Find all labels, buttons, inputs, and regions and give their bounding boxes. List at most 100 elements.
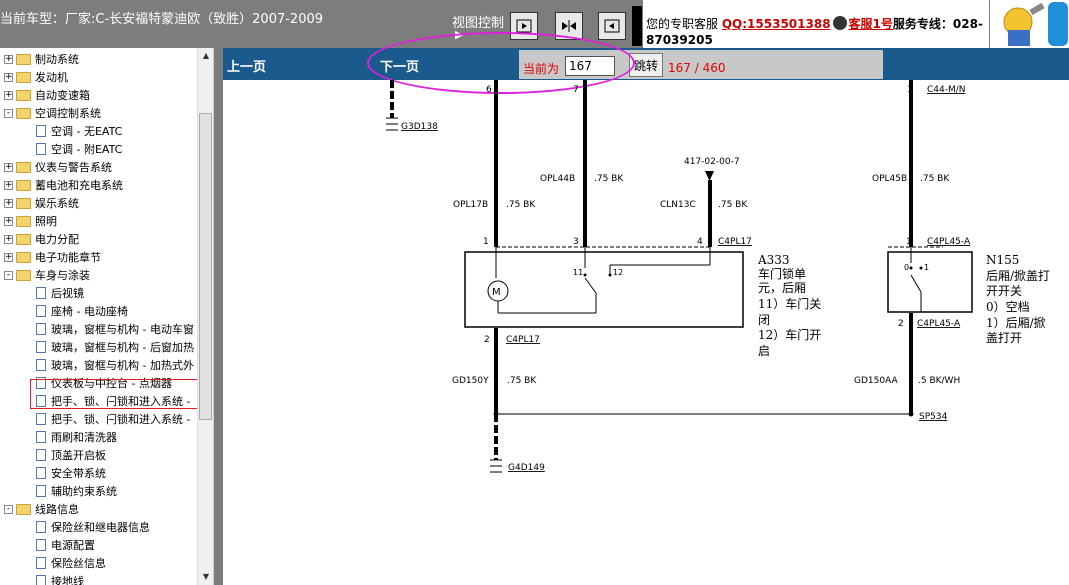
tree-item-label[interactable]: 玻璃，窗框与机构 - 电动车窗 <box>51 321 194 337</box>
tree-item-label[interactable]: 保险丝和继电器信息 <box>51 519 150 535</box>
expand-icon[interactable]: + <box>4 72 13 82</box>
tree-leaf[interactable]: 接地线 <box>36 572 84 585</box>
tree-item-label[interactable]: 电源配置 <box>51 537 95 553</box>
wire-opl45b: OPL45B <box>872 174 907 184</box>
tree-item-label[interactable]: 后视镜 <box>51 285 84 301</box>
expand-icon[interactable]: + <box>4 162 13 172</box>
tree-item-label[interactable]: 雨刷和清洗器 <box>51 429 117 445</box>
tree-item-label[interactable]: 线路信息 <box>35 501 79 517</box>
connector-c4pl45a-bottom: C4PL45-A <box>917 319 961 329</box>
expand-icon[interactable]: + <box>4 180 13 190</box>
tree-item-label[interactable]: 玻璃，窗框与机构 - 加热式外 <box>51 357 194 373</box>
tree-item-label[interactable]: 空调 - 附EATC <box>51 141 122 157</box>
tree-leaf[interactable]: 座椅 - 电动座椅 <box>36 302 128 320</box>
tree-item-label[interactable]: 制动系统 <box>35 51 79 67</box>
tree-folder[interactable]: + 仪表与警告系统 <box>4 158 112 176</box>
tree-folder[interactable]: - 线路信息 <box>4 500 79 518</box>
n155-line1: 后厢/掀盖打 <box>986 269 1050 283</box>
ref-417: 417-02-00-7 <box>684 157 740 167</box>
tree-leaf[interactable]: 把手、锁、闩锁和进入系统 - <box>36 410 190 428</box>
switch-pos-0: 0 <box>904 263 909 272</box>
expand-icon[interactable]: + <box>4 216 13 226</box>
n155-line2: 开开关 <box>986 284 1022 298</box>
n155-line3: 0）空档 <box>986 300 1030 314</box>
tree-item-label[interactable]: 仪表与警告系统 <box>35 159 112 175</box>
expand-icon[interactable]: + <box>4 90 13 100</box>
collapse-icon[interactable]: - <box>4 108 13 118</box>
expand-icon[interactable]: + <box>4 198 13 208</box>
tree-leaf[interactable]: 顶盖开启板 <box>36 446 106 464</box>
scroll-thumb[interactable] <box>199 113 212 420</box>
tree-item-label[interactable]: 蓄电池和充电系统 <box>35 177 123 193</box>
a333-code: A333 <box>757 253 790 267</box>
document-icon <box>36 341 46 353</box>
expand-icon[interactable]: + <box>4 54 13 64</box>
tree-folder[interactable]: + 电力分配 <box>4 230 79 248</box>
page-count: 167 / 460 <box>668 61 726 75</box>
prev-page-link[interactable]: 上一页 <box>227 56 266 75</box>
tree-folder[interactable]: + 娱乐系统 <box>4 194 79 212</box>
wire-gd150aa-gauge: .5 BK/WH <box>918 376 960 386</box>
tree-leaf[interactable]: 保险丝信息 <box>36 554 106 572</box>
tree-leaf[interactable]: 安全带系统 <box>36 464 106 482</box>
tree-leaf[interactable]: 辅助约束系统 <box>36 482 117 500</box>
tree-item-label[interactable]: 空调 - 无EATC <box>51 123 122 139</box>
tree-item-label[interactable]: 电力分配 <box>35 231 79 247</box>
connector-c4pl17-bottom: C4PL17 <box>506 335 540 345</box>
tree-item-label[interactable]: 自动变速箱 <box>35 87 90 103</box>
service-prefix: 您的专职客服 <box>646 17 719 31</box>
scroll-down-arrow-icon[interactable]: ▼ <box>198 569 213 585</box>
qq-link[interactable]: QQ:1553501388 <box>722 17 831 31</box>
tree-leaf[interactable]: 空调 - 附EATC <box>36 140 122 158</box>
tree-item-label[interactable]: 车身与涂装 <box>35 267 90 283</box>
document-icon <box>36 413 46 425</box>
expand-icon[interactable]: + <box>4 234 13 244</box>
tree-leaf[interactable]: 后视镜 <box>36 284 84 302</box>
n155-code: N155 <box>986 253 1019 267</box>
pane-splitter[interactable] <box>214 48 223 585</box>
tree-item-label[interactable]: 空调控制系统 <box>35 105 101 121</box>
tree-item-label[interactable]: 安全带系统 <box>51 465 106 481</box>
tree-item-label[interactable]: 娱乐系统 <box>35 195 79 211</box>
tree-leaf[interactable]: 电源配置 <box>36 536 95 554</box>
show-left-pane-button[interactable] <box>598 12 626 40</box>
tree-item-label[interactable]: 接地线 <box>51 573 84 585</box>
tree-item-label[interactable]: 辅助约束系统 <box>51 483 117 499</box>
tree-folder[interactable]: + 自动变速箱 <box>4 86 90 104</box>
expand-icon[interactable]: + <box>4 252 13 262</box>
tree-folder[interactable]: + 发动机 <box>4 68 68 86</box>
tree-leaf[interactable]: 空调 - 无EATC <box>36 122 122 140</box>
wire-opl44b: OPL44B <box>540 174 575 184</box>
mechanic-mascot-icon <box>1003 2 1068 46</box>
tree-folder[interactable]: - 车身与涂装 <box>4 266 90 284</box>
collapse-icon[interactable]: - <box>4 270 13 280</box>
tree-leaf[interactable]: 玻璃，窗框与机构 - 加热式外 <box>36 356 194 374</box>
tree-leaf[interactable]: 雨刷和清洗器 <box>36 428 117 446</box>
tree-leaf[interactable]: 玻璃，窗框与机构 - 后窗加热 <box>36 338 194 356</box>
tree-item-label[interactable]: 顶盖开启板 <box>51 447 106 463</box>
tree-scrollbar[interactable]: ▲ ▼ <box>197 48 213 585</box>
tree-folder[interactable]: - 空调控制系统 <box>4 104 101 122</box>
tree-item-label[interactable]: 电子功能章节 <box>35 249 101 265</box>
tree-item-label[interactable]: 照明 <box>35 213 57 229</box>
collapse-icon[interactable]: - <box>4 504 13 514</box>
tree-item-label[interactable]: 保险丝信息 <box>51 555 106 571</box>
tree-leaf[interactable]: 保险丝和继电器信息 <box>36 518 150 536</box>
document-icon <box>36 539 46 551</box>
tree-folder[interactable]: + 制动系统 <box>4 50 79 68</box>
tree-item-label[interactable]: 座椅 - 电动座椅 <box>51 303 128 319</box>
tree-item-label[interactable]: 玻璃，窗框与机构 - 后窗加热 <box>51 339 194 355</box>
ground-g3d138: G3D138 <box>401 122 438 132</box>
document-icon <box>36 575 46 585</box>
tree-folder[interactable]: + 蓄电池和充电系统 <box>4 176 123 194</box>
tree-folder[interactable]: + 电子功能章节 <box>4 248 101 266</box>
document-icon <box>36 287 46 299</box>
folder-icon <box>16 269 31 281</box>
tree-leaf[interactable]: 玻璃，窗框与机构 - 电动车窗 <box>36 320 194 338</box>
kefu-link[interactable]: 客服1号 <box>849 17 893 31</box>
pin-4-a333: 4 <box>697 237 703 247</box>
tree-item-label[interactable]: 把手、锁、闩锁和进入系统 - <box>51 411 190 427</box>
tree-item-label[interactable]: 发动机 <box>35 69 68 85</box>
tree-folder[interactable]: + 照明 <box>4 212 57 230</box>
scroll-up-arrow-icon[interactable]: ▲ <box>198 48 213 64</box>
